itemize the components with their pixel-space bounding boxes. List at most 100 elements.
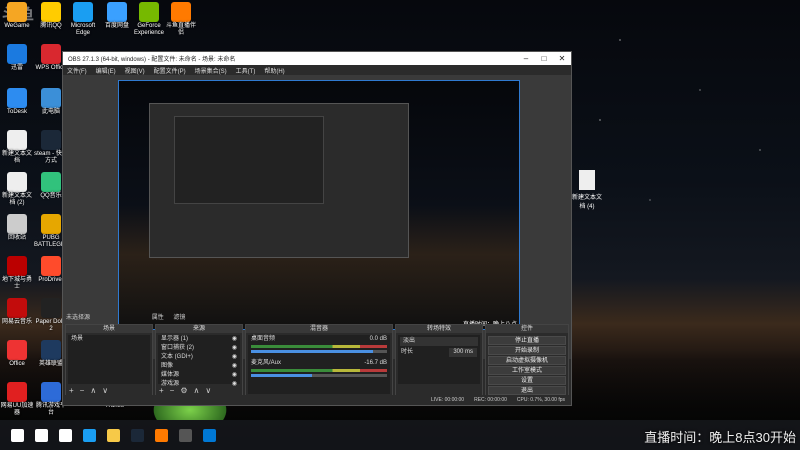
start-icon [10,428,24,442]
desktop-icon[interactable]: 斗鱼直播伴侣 [164,2,198,37]
source-item[interactable]: 图像 ◉ [158,362,240,371]
eye-icon[interactable]: ◉ [232,335,237,344]
volume-slider[interactable] [251,374,387,377]
source-item[interactable]: 文本 (GDI+) ◉ [158,353,240,362]
maximize-button[interactable]: □ [535,54,553,63]
menu-scene-collection[interactable]: 场景集合(S) [195,66,227,75]
desktop-file-icon[interactable]: 新建文本文档 (4) [570,170,604,210]
obs-window[interactable]: OBS 27.1.3 (64-bit, windows) - 配置文件: 未命名… [62,51,572,406]
desktop-icon[interactable]: 迅雷 [0,44,34,72]
obs-docks: 未选择源 属性 滤镜 场景 场景 + − ∧ ∨ 来源 显示器 (1) ◉ 窗口捕获 (2… [63,314,571,406]
search-taskbar-button[interactable] [30,424,52,446]
eye-icon[interactable]: ◉ [232,362,237,371]
task-view-taskbar-button[interactable] [54,424,76,446]
add-icon[interactable]: + [159,386,164,395]
desktop-icon[interactable]: 新建文本文档 [0,130,34,165]
scene-item[interactable]: 场景 [68,335,150,344]
properties-button[interactable]: 属性 [152,315,164,321]
menu-file[interactable]: 文件(F) [67,66,87,75]
eye-icon[interactable]: ◉ [232,344,237,353]
steam-taskbar-button[interactable] [126,424,148,446]
menu-edit[interactable]: 编辑(E) [96,66,116,75]
studio-mode-button[interactable]: 工作室模式 [488,366,566,375]
add-icon[interactable]: + [69,386,74,395]
desktop-icon[interactable]: 网易云音乐 [0,298,34,326]
obs-titlebar[interactable]: OBS 27.1.3 (64-bit, windows) - 配置文件: 未命名… [63,52,571,65]
start-taskbar-button[interactable] [6,424,28,446]
menu-tools[interactable]: 工具(T) [236,66,256,75]
app-icon [7,382,27,402]
desktop-icon-label: 英雄联盟 [38,361,63,367]
virtual-camera-button[interactable]: 启动虚拟摄像机 [488,356,566,365]
preview-canvas[interactable]: 直播时间：晚上八点 [118,80,520,330]
eye-icon[interactable]: ◉ [232,380,237,389]
desktop-icon[interactable]: 回收站 [0,214,34,242]
desktop-icon[interactable]: 腾讯QQ [34,2,68,30]
task-view-icon [58,428,72,442]
menu-help[interactable]: 帮助(H) [264,66,284,75]
desktop-icon[interactable]: WeGame [0,2,34,30]
desktop-icon-label: 回收站 [7,235,26,241]
remove-icon[interactable]: − [80,386,85,395]
app-icon [73,2,93,22]
desktop-icon[interactable]: 百度网盘 [100,2,134,30]
eye-icon[interactable]: ◉ [232,353,237,362]
track-db: 0.0 dB [369,336,387,342]
obs-window-title: OBS 27.1.3 (64-bit, windows) - 配置文件: 未命名… [68,57,236,63]
up-icon[interactable]: ∧ [194,386,200,395]
track-name: 麦克风/Aux [251,360,282,366]
app-icon [7,88,27,108]
volume-meter [251,369,387,372]
settings-button[interactable]: 设置 [488,376,566,385]
source-item[interactable]: 窗口捕获 (2) ◉ [158,344,240,353]
down-icon[interactable]: ∨ [102,386,108,395]
transition-select[interactable]: 淡出 [400,337,478,346]
desktop-icon-label: ToDesk [6,109,27,115]
app-icon [139,2,159,22]
edge-taskbar-button[interactable] [78,424,100,446]
mixer-track: 桌面音频 0.0 dB [248,335,390,344]
start-recording-button[interactable]: 开始录制 [488,346,566,355]
app-icon [7,130,27,150]
scenes-dock: 场景 场景 + − ∧ ∨ [65,324,153,397]
file-explorer-taskbar-button[interactable] [102,424,124,446]
controls-dock: 控件 停止直播 开始录制 启动虚拟摄像机 工作室模式 设置 退出 [485,324,569,397]
filters-button[interactable]: 滤镜 [173,315,185,321]
app-icon [7,256,27,276]
desktop-icon[interactable]: 新建文本文档 (2) [0,172,34,207]
store-taskbar-button[interactable] [198,424,220,446]
source-item[interactable]: 显示器 (1) ◉ [158,335,240,344]
app-icon [7,44,27,64]
remove-icon[interactable]: − [170,386,175,395]
store-icon [202,428,216,442]
eye-icon[interactable]: ◉ [232,371,237,380]
desktop-icon[interactable]: 网易UU加速器 [0,382,34,417]
up-icon[interactable]: ∧ [90,386,96,395]
desktop-icon-label: GeForce Experience [133,23,165,36]
duration-input[interactable]: 300 ms [449,348,477,357]
close-button[interactable]: ✕ [553,54,571,63]
source-toolbar: 未选择源 属性 滤镜 [63,312,185,321]
source-label: 文本 (GDI+) [161,354,193,360]
exit-button[interactable]: 退出 [488,386,566,395]
desktop-icon[interactable]: 地下城与勇士 [0,256,34,291]
app-icon [7,340,27,360]
source-label: 图像 [161,363,174,369]
gear-icon[interactable]: ⚙ [180,386,187,395]
minimize-button[interactable]: – [517,54,535,63]
stop-streaming-button[interactable]: 停止直播 [488,336,566,345]
desktop-icon-label: QQ音乐 [40,193,62,199]
desktop-file-label: 新建文本文档 (4) [571,195,602,210]
menu-profile[interactable]: 配置文件(P) [154,66,186,75]
desktop-icon[interactable]: Office [0,340,34,368]
desktop-icon[interactable]: ToDesk [0,88,34,116]
menu-view[interactable]: 视图(V) [125,66,145,75]
desktop-icon-label: Microsoft Edge [70,23,96,36]
desktop-icon[interactable]: GeForce Experience [132,2,166,37]
source-item[interactable]: 媒体源 ◉ [158,371,240,380]
obs-taskbar-button[interactable] [174,424,196,446]
down-icon[interactable]: ∨ [205,386,211,395]
volume-slider[interactable] [251,350,387,353]
douyu-taskbar-button[interactable] [150,424,172,446]
desktop-icon[interactable]: Microsoft Edge [66,2,100,37]
